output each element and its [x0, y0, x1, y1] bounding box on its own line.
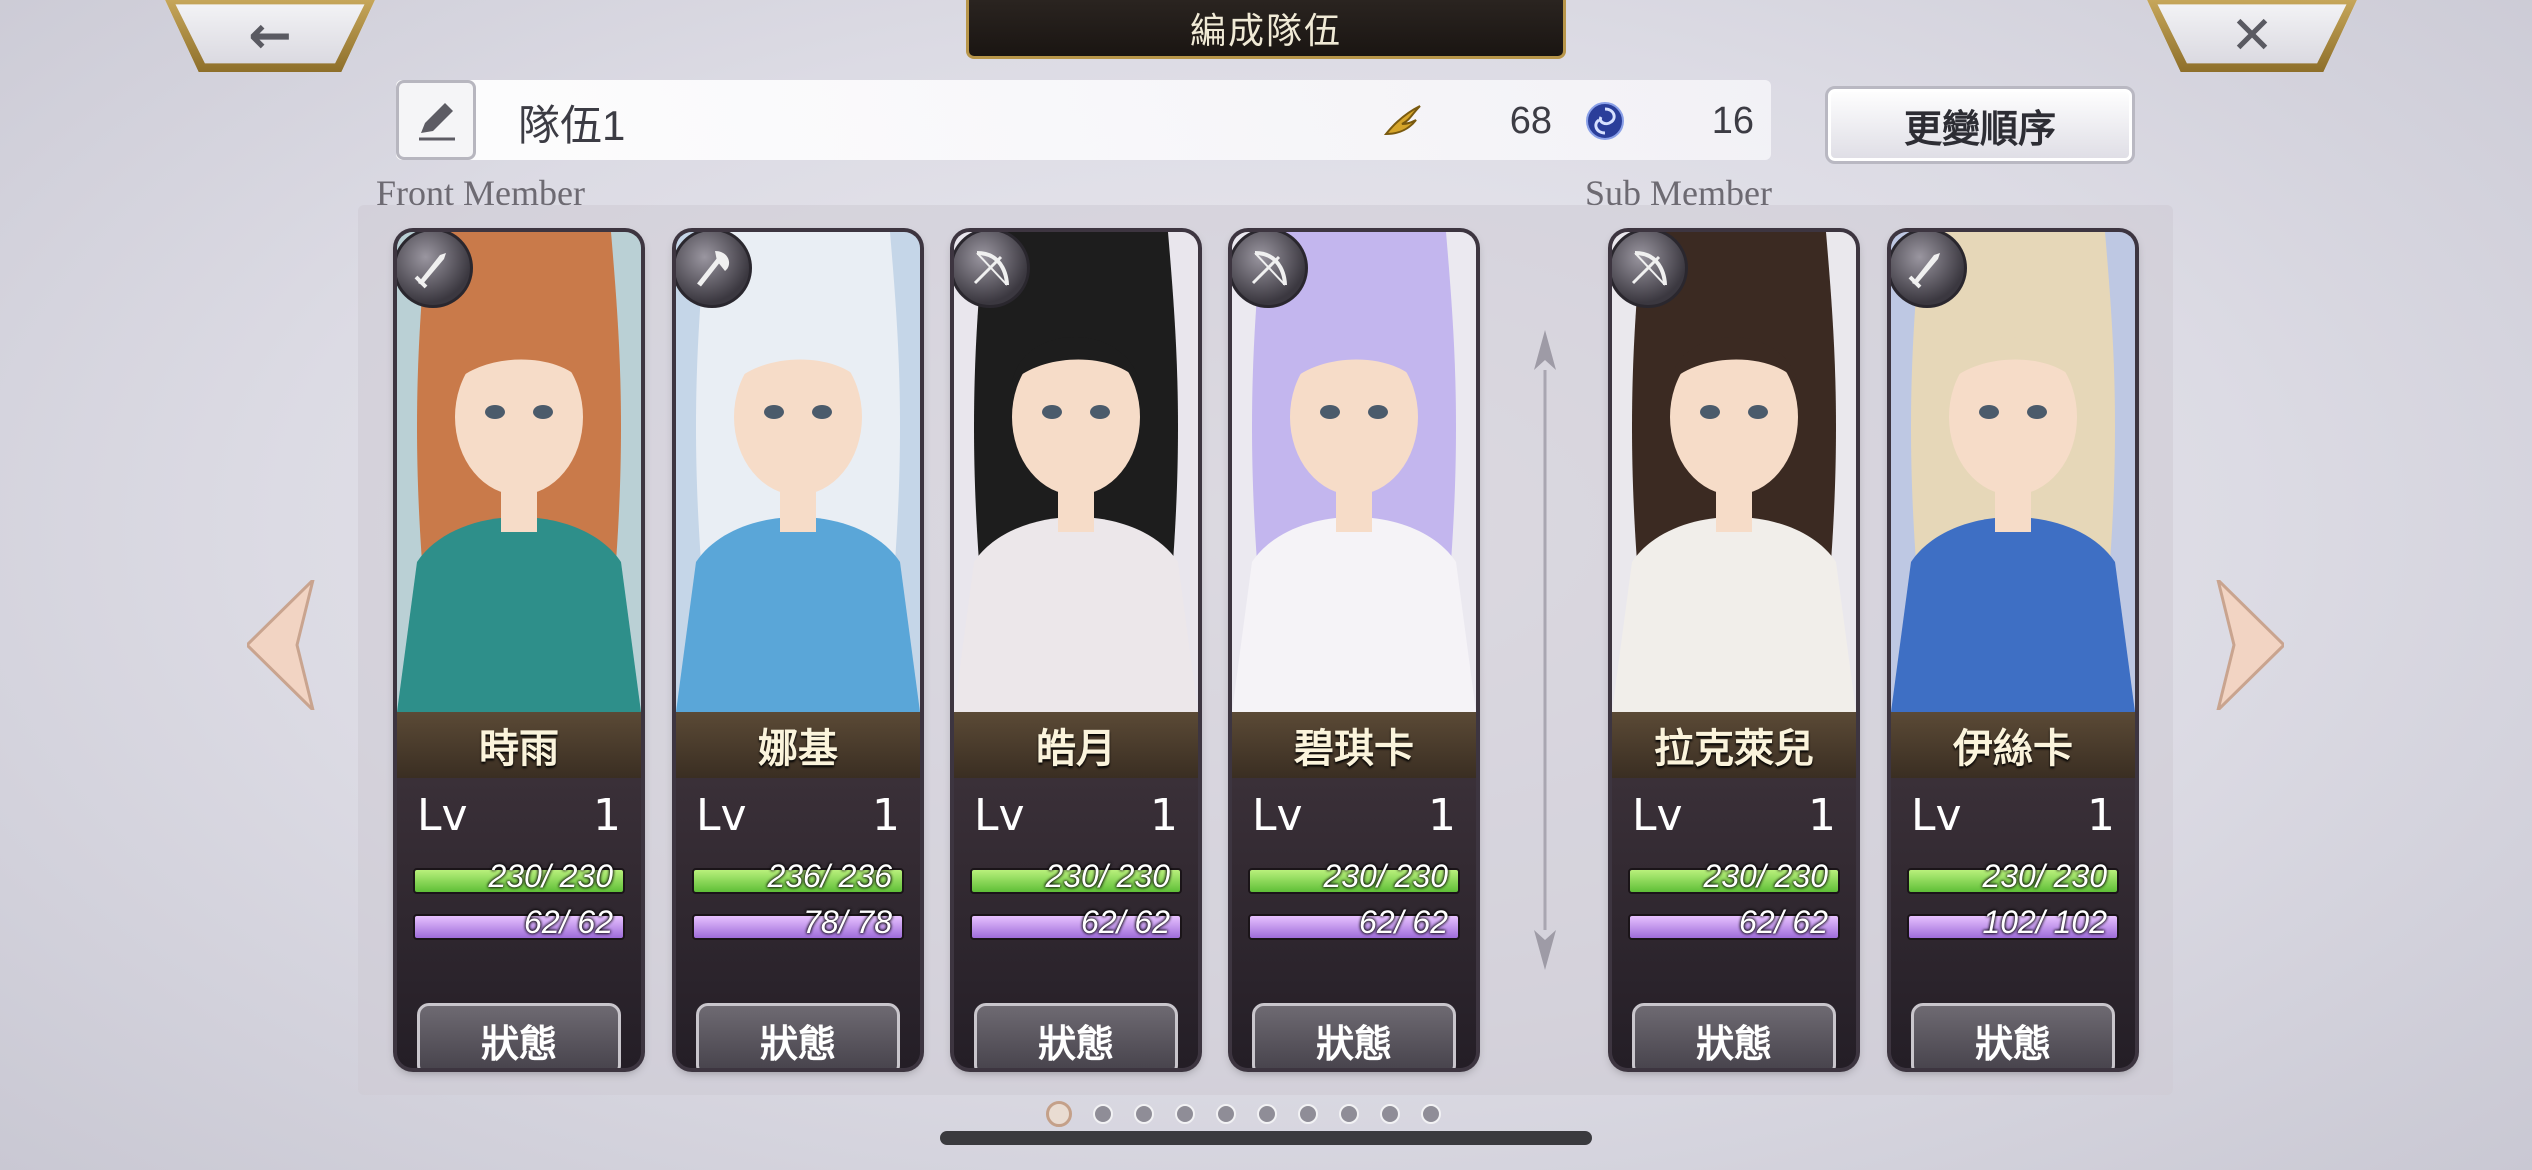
member-card[interactable]: 皓月 Lv 1 230/ 230 62/ 62 狀態 — [954, 232, 1198, 1068]
hp-bar: 230/ 230 — [1248, 858, 1460, 894]
status-button[interactable]: 狀態 — [417, 1003, 621, 1068]
level-value: 1 — [2087, 790, 2115, 841]
pen-icon — [419, 103, 455, 141]
character-name: 皓月 — [954, 712, 1198, 778]
party-name: 隊伍1 — [518, 102, 626, 149]
level-label: Lv — [417, 790, 468, 841]
character-name: 碧琪卡 — [1232, 712, 1476, 778]
back-button[interactable]: ← — [165, 0, 375, 72]
member-card[interactable]: 拉克萊兒 Lv 1 230/ 230 62/ 62 狀態 — [1612, 232, 1856, 1068]
mp-value: 62/ 62 — [1081, 904, 1170, 940]
pager-dot[interactable] — [1339, 1104, 1359, 1124]
gold-wing-icon — [1383, 105, 1421, 136]
character-name: 娜基 — [676, 712, 920, 778]
level-label: Lv — [1252, 790, 1303, 841]
level-label: Lv — [1632, 790, 1683, 841]
mp-bar: 78/ 78 — [692, 904, 904, 940]
pager-dot[interactable] — [1257, 1104, 1277, 1124]
member-card[interactable]: 娜基 Lv 1 236/ 236 78/ 78 狀態 — [676, 232, 920, 1068]
prev-party-arrow[interactable] — [247, 580, 317, 710]
level-label: Lv — [974, 790, 1025, 841]
status-button[interactable]: 狀態 — [696, 1003, 900, 1068]
mp-bar: 62/ 62 — [413, 904, 625, 940]
pager-dot[interactable] — [1298, 1104, 1318, 1124]
close-button[interactable]: ✕ — [2147, 0, 2357, 72]
level-value: 1 — [593, 790, 621, 841]
character-stats: Lv 1 236/ 236 78/ 78 狀態 — [676, 778, 920, 1068]
home-indicator[interactable] — [940, 1131, 1592, 1145]
hp-bar: 236/ 236 — [692, 858, 904, 894]
character-stats: Lv 1 230/ 230 62/ 62 狀態 — [397, 778, 641, 1068]
mp-value: 62/ 62 — [1739, 904, 1828, 940]
change-order-button[interactable]: 更變順序 — [1825, 86, 2135, 164]
hp-bar: 230/ 230 — [1628, 858, 1840, 894]
level-value: 1 — [1150, 790, 1178, 841]
pager-dot[interactable] — [1093, 1104, 1113, 1124]
mp-bar: 62/ 62 — [1628, 904, 1840, 940]
blue-swirl-icon — [1586, 102, 1624, 140]
mp-value: 78/ 78 — [803, 904, 892, 940]
status-button[interactable]: 狀態 — [974, 1003, 1178, 1068]
character-stats: Lv 1 230/ 230 102/ 102 狀態 — [1891, 778, 2135, 1068]
character-stats: Lv 1 230/ 230 62/ 62 狀態 — [954, 778, 1198, 1068]
party-pager — [1046, 1101, 1441, 1127]
hp-bar: 230/ 230 — [1907, 858, 2119, 894]
hp-bar: 230/ 230 — [413, 858, 625, 894]
status-button[interactable]: 狀態 — [1911, 1003, 2115, 1068]
level-label: Lv — [1911, 790, 1962, 841]
member-card[interactable]: 伊絲卡 Lv 1 230/ 230 102/ 102 狀態 — [1891, 232, 2135, 1068]
pager-dot[interactable] — [1134, 1104, 1154, 1124]
character-name: 時雨 — [397, 712, 641, 778]
member-card[interactable]: 碧琪卡 Lv 1 230/ 230 62/ 62 狀態 — [1232, 232, 1476, 1068]
level-label: Lv — [696, 790, 747, 841]
mp-bar: 62/ 62 — [1248, 904, 1460, 940]
level-value: 1 — [872, 790, 900, 841]
character-stats: Lv 1 230/ 230 62/ 62 狀態 — [1612, 778, 1856, 1068]
character-name: 伊絲卡 — [1891, 712, 2135, 778]
status-button[interactable]: 狀態 — [1252, 1003, 1456, 1068]
next-party-arrow[interactable] — [2214, 580, 2284, 710]
mp-value: 62/ 62 — [1359, 904, 1448, 940]
resource1-value: 68 — [1509, 100, 1552, 142]
hp-value: 236/ 236 — [767, 858, 892, 894]
pager-dot[interactable] — [1421, 1104, 1441, 1124]
member-card[interactable]: 時雨 Lv 1 230/ 230 62/ 62 狀態 — [397, 232, 641, 1068]
hp-value: 230/ 230 — [1982, 858, 2107, 894]
hp-value: 230/ 230 — [1703, 858, 1828, 894]
status-button[interactable]: 狀態 — [1632, 1003, 1836, 1068]
pager-dot[interactable] — [1175, 1104, 1195, 1124]
character-name: 拉克萊兒 — [1612, 712, 1856, 778]
hp-value: 230/ 230 — [1045, 858, 1170, 894]
mp-bar: 62/ 62 — [970, 904, 1182, 940]
pager-dot[interactable] — [1216, 1104, 1236, 1124]
hp-bar: 230/ 230 — [970, 858, 1182, 894]
pager-dot[interactable] — [1046, 1101, 1072, 1127]
level-value: 1 — [1428, 790, 1456, 841]
hp-value: 230/ 230 — [1323, 858, 1448, 894]
mp-value: 62/ 62 — [524, 904, 613, 940]
character-stats: Lv 1 230/ 230 62/ 62 狀態 — [1232, 778, 1476, 1068]
mp-value: 102/ 102 — [1982, 904, 2107, 940]
back-arrow-icon: ← — [248, 6, 292, 66]
page-title: 編成隊伍 — [966, 0, 1566, 59]
pager-dot[interactable] — [1380, 1104, 1400, 1124]
edit-party-name-button[interactable] — [396, 80, 476, 160]
resource2-value: 16 — [1711, 100, 1754, 142]
front-sub-divider — [1534, 330, 1556, 970]
level-value: 1 — [1808, 790, 1836, 841]
mp-bar: 102/ 102 — [1907, 904, 2119, 940]
hp-value: 230/ 230 — [488, 858, 613, 894]
close-icon: ✕ — [2230, 6, 2274, 66]
